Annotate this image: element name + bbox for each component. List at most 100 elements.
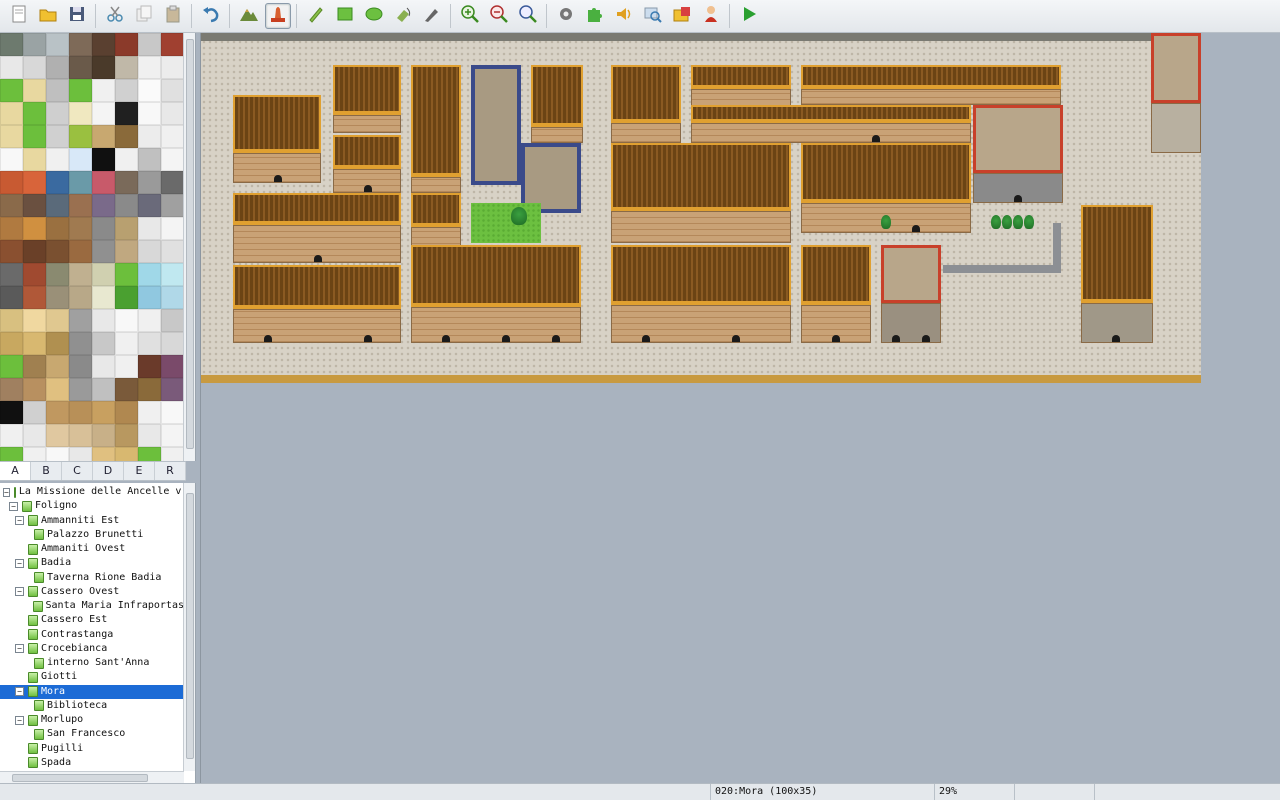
map-editor-area[interactable] xyxy=(200,33,1280,783)
tile[interactable] xyxy=(92,171,115,194)
tile[interactable] xyxy=(23,286,46,309)
copy-button[interactable] xyxy=(131,3,157,29)
tileset-tab-r[interactable]: R xyxy=(155,462,186,480)
tile[interactable] xyxy=(23,33,46,56)
tile[interactable] xyxy=(161,33,184,56)
map-tree-item[interactable]: − Ammanniti Est xyxy=(15,514,184,528)
map-tree-item[interactable]: Palazzo Brunetti xyxy=(21,528,184,542)
tile[interactable] xyxy=(161,148,184,171)
tile[interactable] xyxy=(115,240,138,263)
map-tree-item[interactable]: San Francesco xyxy=(21,727,184,741)
tile[interactable] xyxy=(46,263,69,286)
tile[interactable] xyxy=(161,79,184,102)
tile[interactable] xyxy=(23,148,46,171)
tile[interactable] xyxy=(46,355,69,378)
tile[interactable] xyxy=(161,217,184,240)
tile[interactable] xyxy=(115,424,138,447)
undo-button[interactable] xyxy=(198,3,224,29)
map-tree-item[interactable]: Pugilli xyxy=(15,742,184,756)
tile[interactable] xyxy=(23,378,46,401)
tile[interactable] xyxy=(138,217,161,240)
tile[interactable] xyxy=(161,56,184,79)
map-tree-item[interactable]: Spada xyxy=(15,756,184,770)
pencil-button[interactable] xyxy=(303,3,329,29)
tile[interactable] xyxy=(161,447,184,461)
collapse-toggle-icon[interactable]: − xyxy=(15,687,24,696)
map-tree-root[interactable]: − La Missione delle Ancelle v.3.1 xyxy=(3,485,195,499)
tile[interactable] xyxy=(23,332,46,355)
tile[interactable] xyxy=(0,217,23,240)
tile[interactable] xyxy=(69,355,92,378)
map-tree-item[interactable]: Santa Maria Infraportas xyxy=(21,599,184,613)
tile[interactable] xyxy=(0,332,23,355)
tile[interactable] xyxy=(138,332,161,355)
tile[interactable] xyxy=(0,309,23,332)
map-tree-item[interactable]: Cassero Est xyxy=(15,613,184,627)
map-tree-item[interactable]: Ammaniti Ovest xyxy=(15,542,184,556)
map-tree[interactable]: − La Missione delle Ancelle v.3.1− Foligno… xyxy=(0,483,196,783)
tile[interactable] xyxy=(0,148,23,171)
tile[interactable] xyxy=(161,125,184,148)
zoom-out-button[interactable] xyxy=(486,3,512,29)
tile[interactable] xyxy=(92,148,115,171)
tile[interactable] xyxy=(138,79,161,102)
tile[interactable] xyxy=(46,332,69,355)
tile[interactable] xyxy=(46,125,69,148)
rectangle-button[interactable] xyxy=(332,3,358,29)
tile[interactable] xyxy=(138,56,161,79)
tile[interactable] xyxy=(115,286,138,309)
tile[interactable] xyxy=(92,263,115,286)
tile[interactable] xyxy=(138,148,161,171)
tile[interactable] xyxy=(69,56,92,79)
resource-manager-button[interactable] xyxy=(669,3,695,29)
tile[interactable] xyxy=(115,79,138,102)
collapse-toggle-icon[interactable]: − xyxy=(15,715,24,725)
collapse-toggle-icon[interactable]: − xyxy=(15,558,24,568)
tile[interactable] xyxy=(69,217,92,240)
tile[interactable] xyxy=(138,102,161,125)
zoom-in-button[interactable] xyxy=(457,3,483,29)
tileset-tab-c[interactable]: C xyxy=(62,462,93,480)
map-mode-button[interactable] xyxy=(236,3,262,29)
tile[interactable] xyxy=(115,102,138,125)
tile[interactable] xyxy=(138,194,161,217)
tile[interactable] xyxy=(0,125,23,148)
map-canvas[interactable] xyxy=(201,33,1201,383)
map-tree-hscrollbar[interactable] xyxy=(0,771,184,783)
tile[interactable] xyxy=(46,240,69,263)
tile[interactable] xyxy=(69,424,92,447)
playtest-button[interactable] xyxy=(736,3,762,29)
tile[interactable] xyxy=(115,33,138,56)
tile[interactable] xyxy=(92,240,115,263)
tile[interactable] xyxy=(69,332,92,355)
tile[interactable] xyxy=(115,355,138,378)
tile[interactable] xyxy=(69,79,92,102)
tile[interactable] xyxy=(69,148,92,171)
collapse-toggle-icon[interactable]: − xyxy=(3,487,10,497)
tile[interactable] xyxy=(23,217,46,240)
tile[interactable] xyxy=(161,332,184,355)
tile[interactable] xyxy=(161,194,184,217)
tile[interactable] xyxy=(69,378,92,401)
tile[interactable] xyxy=(92,378,115,401)
map-tree-item[interactable]: − Morlupo xyxy=(15,713,184,727)
tile[interactable] xyxy=(161,424,184,447)
tile[interactable] xyxy=(138,355,161,378)
tile[interactable] xyxy=(115,56,138,79)
tile[interactable] xyxy=(161,355,184,378)
tile[interactable] xyxy=(23,125,46,148)
shadow-pen-button[interactable] xyxy=(419,3,445,29)
tile[interactable] xyxy=(138,240,161,263)
tile[interactable] xyxy=(23,424,46,447)
tile[interactable] xyxy=(138,401,161,424)
tile[interactable] xyxy=(46,33,69,56)
tile[interactable] xyxy=(46,447,69,461)
tile[interactable] xyxy=(161,240,184,263)
tile[interactable] xyxy=(0,102,23,125)
tile[interactable] xyxy=(92,332,115,355)
tile[interactable] xyxy=(46,401,69,424)
tile[interactable] xyxy=(0,79,23,102)
tile[interactable] xyxy=(46,56,69,79)
tile[interactable] xyxy=(69,240,92,263)
tile[interactable] xyxy=(0,171,23,194)
